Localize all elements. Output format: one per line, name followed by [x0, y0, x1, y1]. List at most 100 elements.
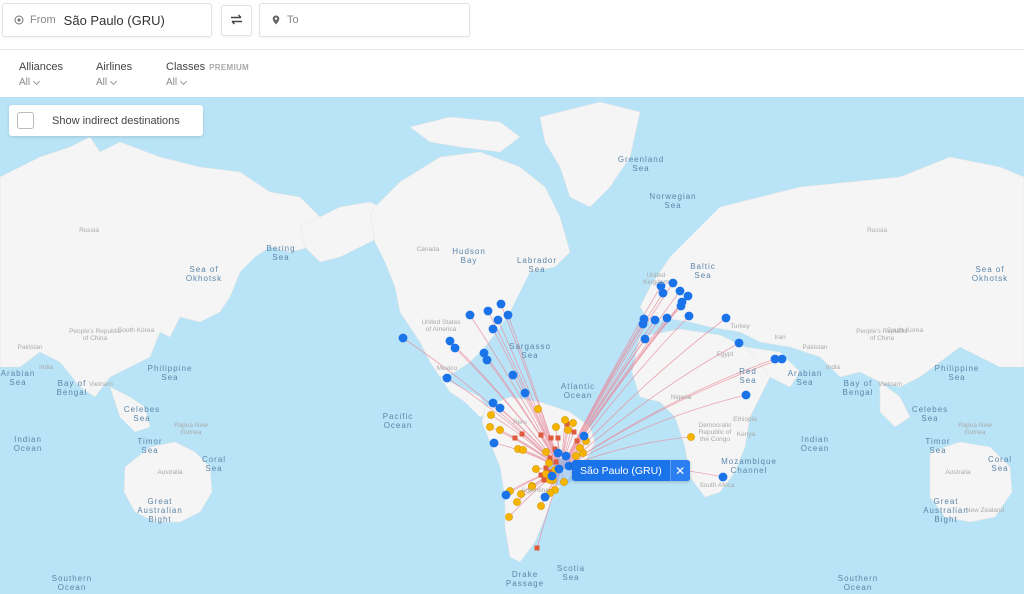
sea-label: Hudson Bay	[452, 247, 486, 265]
filter-alliances[interactable]: Alliances All	[19, 61, 63, 88]
sea-label: Arabian Sea	[787, 369, 823, 387]
indirect-destinations-toggle[interactable]: Show indirect destinations	[9, 105, 203, 136]
indirect-checkbox[interactable]	[17, 112, 34, 129]
close-icon[interactable]: ✕	[669, 460, 690, 481]
country-label: Nigeria	[670, 394, 692, 401]
destination-marker-large	[640, 334, 650, 344]
filter-title: Classes PREMIUM	[166, 61, 249, 73]
country-label: Vietnam	[89, 381, 113, 388]
sea-label: Philippine Sea	[934, 364, 980, 382]
destination-marker-medium	[505, 513, 513, 521]
destination-marker-medium	[564, 426, 572, 434]
destination-marker-large	[721, 313, 731, 323]
destination-marker-medium	[534, 405, 542, 413]
sea-label: Philippine Sea	[147, 364, 193, 382]
destination-marker-large	[482, 355, 492, 365]
destination-marker-large	[495, 403, 505, 413]
country-label: Russia	[867, 227, 887, 234]
filter-airlines[interactable]: Airlines All	[96, 61, 132, 88]
filter-title-text: Classes	[166, 61, 206, 73]
destination-marker-large	[501, 490, 511, 500]
sea-label: Southern Ocean	[51, 574, 93, 592]
destination-marker-large	[503, 310, 513, 320]
destination-marker-small	[538, 432, 544, 438]
country-label: Canada	[416, 246, 440, 253]
swap-button[interactable]	[221, 5, 252, 36]
sea-label: Arabian Sea	[0, 369, 36, 387]
chevron-down-icon	[110, 77, 118, 85]
destination-marker-medium	[552, 423, 560, 431]
filter-value: All	[19, 77, 31, 88]
destination-marker-large	[465, 310, 475, 320]
country-label: India	[38, 364, 54, 371]
destination-marker-large	[488, 324, 498, 334]
country-label: Australia	[945, 469, 971, 476]
sea-label: Drake Passage	[505, 570, 545, 588]
to-input[interactable]: To	[287, 14, 299, 26]
country-label: South Africa	[699, 482, 735, 489]
country-label: United Kingdom	[643, 272, 669, 286]
country-label: People's Republic of China	[69, 328, 121, 342]
sea-label: Bay of Bengal	[842, 379, 874, 397]
destination-marker-large	[741, 390, 751, 400]
destination-marker-medium	[487, 411, 495, 419]
sea-label: Indian Ocean	[800, 435, 830, 453]
from-field[interactable]: From São Paulo (GRU)	[2, 3, 212, 37]
filter-title: Alliances	[19, 61, 64, 73]
destination-marker-large	[553, 448, 563, 458]
destination-marker-medium	[576, 444, 584, 452]
destination-marker-large	[496, 299, 506, 309]
target-icon	[14, 15, 24, 25]
country-label: Mexico	[436, 365, 458, 372]
sea-label: Sea of Okhotsk	[971, 265, 1009, 283]
sea-label: Sea of Okhotsk	[185, 265, 223, 283]
destination-marker-small	[555, 435, 561, 441]
country-label: South Korea	[117, 327, 155, 334]
filter-classes[interactable]: Classes PREMIUM All	[166, 61, 249, 88]
filter-value: All	[166, 77, 178, 88]
map-pin-icon	[271, 15, 281, 25]
route-map[interactable]: Show indirect destinations Greenland Sea…	[0, 97, 1024, 594]
destination-marker-medium	[542, 448, 550, 456]
destination-marker-large	[508, 370, 518, 380]
filter-title: Airlines	[96, 61, 133, 73]
country-label: Vietnam	[878, 381, 902, 388]
country-label: Argentina	[521, 487, 549, 494]
sea-label: Baltic Sea	[690, 262, 716, 280]
destination-marker-large	[777, 354, 787, 364]
sea-label: Sargasso Sea	[509, 342, 551, 360]
sea-label: Coral Sea	[201, 455, 227, 473]
destination-marker-medium	[496, 426, 504, 434]
destination-marker-large	[483, 306, 493, 316]
destination-marker-small	[519, 431, 525, 437]
sea-label: Red Sea	[739, 367, 757, 385]
destination-marker-large	[668, 278, 678, 288]
country-label: Turkey	[730, 323, 750, 330]
destination-marker-large	[734, 338, 744, 348]
sea-label: Bering Sea	[266, 244, 296, 262]
country-label: Papua New Guinea	[174, 422, 208, 436]
premium-badge: PREMIUM	[209, 63, 250, 72]
indirect-label: Show indirect destinations	[52, 114, 180, 127]
sea-label: Labrador Sea	[516, 256, 558, 274]
destination-marker-large	[675, 286, 685, 296]
destination-marker-large	[520, 388, 530, 398]
sea-label: Greenland Sea	[617, 155, 665, 173]
sea-label: Great Australian Bight	[137, 497, 183, 524]
destination-marker-medium	[486, 423, 494, 431]
destination-marker-large	[676, 301, 686, 311]
sea-label: Celebes Sea	[123, 405, 161, 423]
destination-marker-small	[541, 477, 547, 483]
destination-marker-large	[579, 431, 589, 441]
swap-arrows-icon	[230, 12, 243, 30]
country-label: Pakistan	[802, 344, 828, 351]
to-field[interactable]: To	[259, 3, 470, 37]
origin-pill[interactable]: São Paulo (GRU) ✕	[572, 460, 690, 481]
destination-marker-medium	[537, 502, 545, 510]
from-value[interactable]: São Paulo (GRU)	[64, 13, 165, 28]
sea-label: Southern Ocean	[837, 574, 879, 592]
sea-label: Timor Sea	[137, 437, 163, 455]
chevron-down-icon	[33, 77, 41, 85]
country-label: Peru	[513, 419, 527, 426]
sea-label: Bay of Bengal	[56, 379, 88, 397]
